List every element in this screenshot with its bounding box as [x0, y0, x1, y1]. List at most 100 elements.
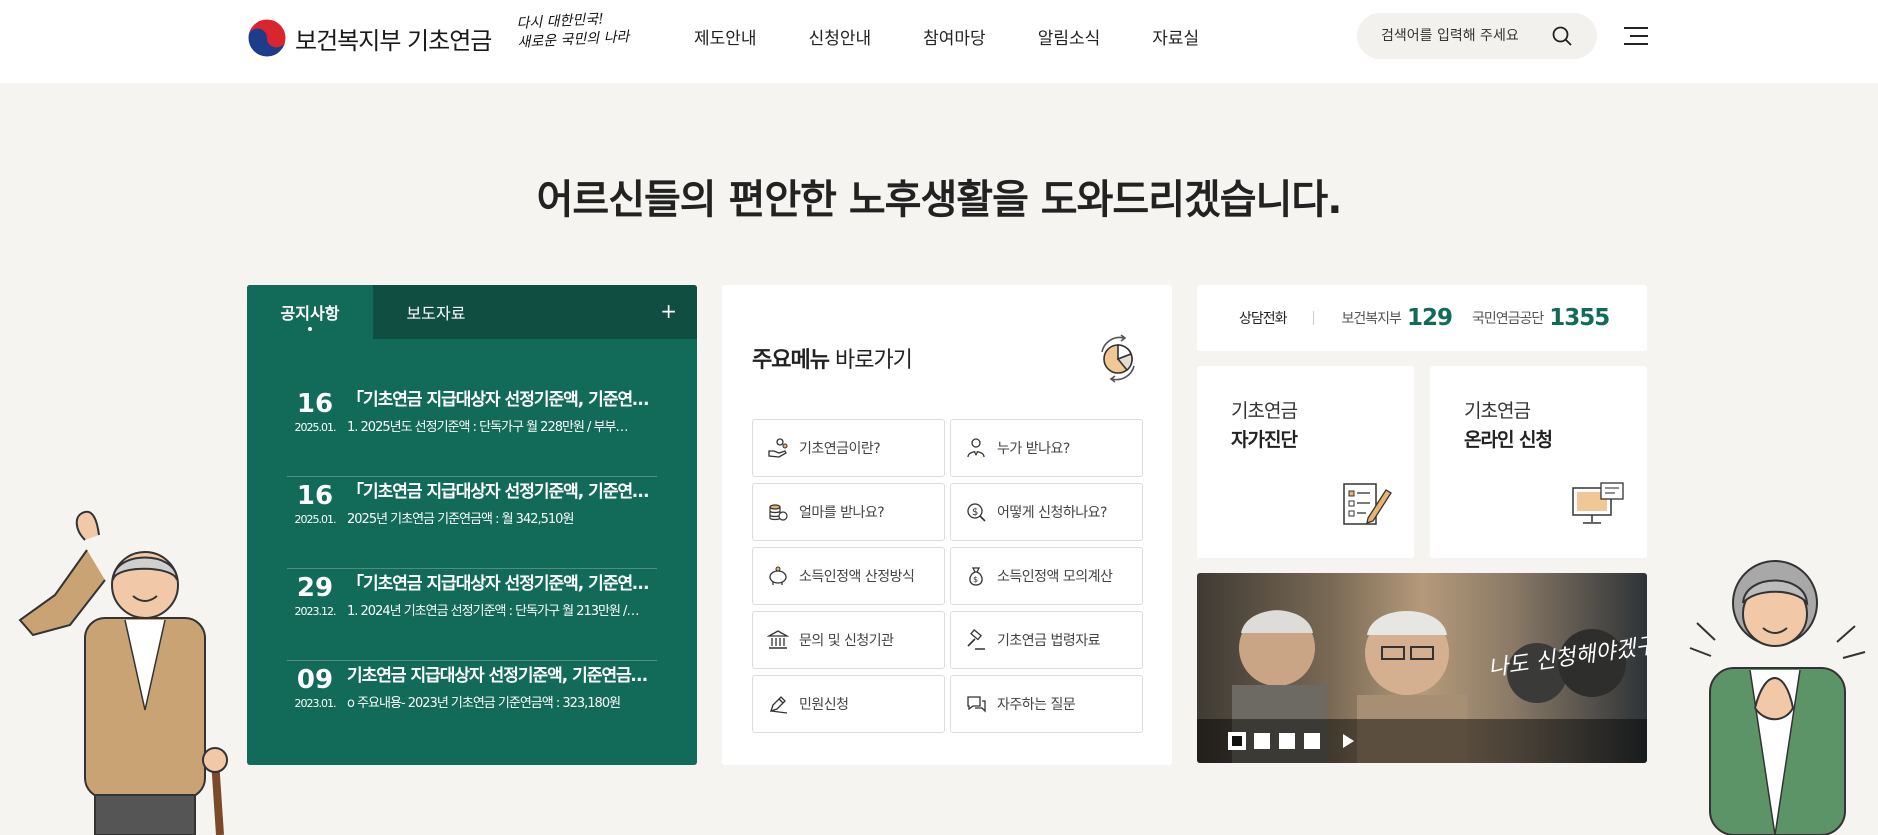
tab-press-releases[interactable]: 보도자료	[373, 285, 499, 339]
news-year-month: 2025.01.	[294, 513, 337, 526]
quick-title-rest: 바로가기	[828, 348, 913, 373]
quick-item-income-method[interactable]: 소득인정액 산정방식	[752, 547, 945, 605]
news-desc: o 주요내용- 2023년 기초연금 기준연금액 : 323,180원	[347, 696, 621, 711]
grandmother-illustration	[1689, 560, 1866, 835]
active-tab-indicator	[308, 327, 312, 331]
more-plus-icon[interactable]: +	[660, 299, 677, 323]
tab-notices-label: 공지사항	[280, 304, 340, 323]
list-item[interactable]: 16 2025.01. 「기초연금 지급대상자 선정기준액, 기준연금액, … …	[287, 481, 657, 569]
site-logo[interactable]: 보건복지부 기초연금	[247, 18, 492, 58]
call-org-mohw: 보건복지부	[1341, 311, 1402, 327]
quick-menu-title: 주요메뉴 바로가기	[752, 342, 913, 374]
news-body: 기초연금 지급대상자 선정기준액, 기준연금액, … o 주요내용- 2023년…	[347, 665, 657, 745]
news-title: 「기초연금 지급대상자 선정기준액, 기준연금액, …	[347, 390, 657, 410]
self-diagnosis-card[interactable]: 기초연금 자가진단	[1197, 366, 1414, 558]
news-title: 「기초연금 지급대상자 선정기준액, 기준연금액, …	[347, 482, 657, 502]
nav-item-archive[interactable]: 자료실	[1152, 24, 1199, 49]
quick-item-inquiry-agency[interactable]: 문의 및 신청기관	[752, 611, 945, 669]
list-item[interactable]: 09 2023.01. 기초연금 지급대상자 선정기준액, 기준연금액, … o…	[287, 665, 658, 745]
divider	[287, 568, 657, 569]
quick-item-income-calc[interactable]: $ 소득인정액 모의계산	[950, 547, 1143, 605]
news-desc: 1. 2024년 기초연금 선정기준액 : 단독가구 월 213만원 /…	[347, 604, 639, 619]
quick-item-what-is-pension[interactable]: 기초연금이란?	[752, 419, 945, 477]
quick-item-who-receives[interactable]: 누가 받나요?	[950, 419, 1143, 477]
news-desc: 1. 2025년도 선정기준액 : 단독가구 월 228만원 / 부부…	[347, 420, 628, 435]
news-year-month: 2023.12.	[294, 605, 337, 618]
card-line-2: 자가진단	[1231, 429, 1298, 451]
hero-text-bold: 편안한 노후생활	[728, 177, 994, 223]
pie-chart-cycle-icon	[1101, 334, 1135, 383]
bank-building-icon	[767, 630, 789, 649]
quick-item-label: 얼마를 받나요?	[799, 505, 885, 521]
news-body: 「기초연금 지급대상자 선정기준액, 기준연금액, … 1. 2024년 기초연…	[347, 573, 657, 653]
nav-item-system-guide[interactable]: 제도안내	[694, 24, 757, 49]
slide-indicator-2[interactable]	[1254, 733, 1270, 749]
pen-icon	[769, 696, 788, 714]
call-center-bar: 상담전화 보건복지부 129 국민연금공단 1355	[1197, 285, 1647, 351]
logo-text: 보건복지부 기초연금	[295, 26, 492, 55]
quick-item-label: 어떻게 신청하나요?	[997, 505, 1107, 521]
slide-indicator-4[interactable]	[1304, 733, 1320, 749]
slide-indicator-1[interactable]	[1228, 732, 1246, 750]
search-box	[1357, 13, 1597, 59]
news-date: 29 2023.12.	[287, 573, 343, 653]
quick-menu-panel: 주요메뉴 바로가기 기초연금이란? 누가 받나요? 얼마를 받나요? $ 어떻게…	[722, 285, 1172, 765]
quick-item-label: 자주하는 질문	[997, 697, 1076, 713]
quick-item-how-much[interactable]: 얼마를 받나요?	[752, 483, 945, 541]
coins-hand-icon	[768, 438, 788, 458]
card-line-1: 기초연금	[1231, 400, 1298, 422]
quick-item-civil-petition[interactable]: 민원신청	[752, 675, 945, 733]
money-search-icon: $	[967, 503, 986, 522]
news-date: 16 2025.01.	[287, 481, 343, 561]
quick-item-label: 누가 받나요?	[997, 441, 1070, 457]
slide-indicator-3[interactable]	[1279, 733, 1295, 749]
quick-item-label: 문의 및 신청기관	[799, 633, 894, 649]
chat-bubble-icon	[967, 696, 986, 713]
notice-tabs: 공지사항 보도자료 +	[247, 285, 697, 339]
nav-item-news[interactable]: 알림소식	[1038, 24, 1101, 49]
promo-banner[interactable]: 나도 신청해야겠구먼!	[1197, 573, 1647, 763]
notice-panel: 공지사항 보도자료 + 16 2025.01. 「기초연금 지급대상자 선정기준…	[247, 285, 697, 765]
quick-item-how-to-apply[interactable]: $ 어떻게 신청하나요?	[950, 483, 1143, 541]
svg-text:$: $	[972, 507, 978, 518]
news-year-month: 2023.01.	[294, 697, 337, 710]
taegeuk-logo-icon	[247, 18, 287, 58]
call-number-mohw[interactable]: 129	[1407, 305, 1453, 331]
play-icon[interactable]	[1341, 733, 1355, 749]
call-label: 상담전화	[1239, 311, 1288, 327]
search-input[interactable]	[1381, 28, 1551, 44]
call-org-nps: 국민연금공단	[1471, 311, 1544, 327]
nav-item-application-guide[interactable]: 신청안내	[809, 24, 872, 49]
computer-monitor-icon	[1572, 482, 1624, 524]
search-icon[interactable]	[1551, 25, 1573, 47]
online-application-card[interactable]: 기초연금 온라인 신청	[1430, 366, 1647, 558]
card-line-2: 온라인 신청	[1464, 429, 1553, 451]
tab-notices[interactable]: 공지사항	[247, 285, 373, 339]
news-body: 「기초연금 지급대상자 선정기준액, 기준연금액, … 2025년 기초연금 기…	[347, 481, 657, 561]
piggy-bank-icon	[769, 566, 787, 585]
nav-item-participation[interactable]: 참여마당	[923, 24, 986, 49]
news-body: 「기초연금 지급대상자 선정기준액, 기준연금액, … 1. 2025년도 선정…	[347, 389, 657, 469]
news-desc: 2025년 기초연금 기준연금액 : 월 342,510원	[347, 512, 574, 527]
hero-text-pre: 어르신들의	[536, 177, 729, 223]
call-number-nps[interactable]: 1355	[1549, 305, 1610, 331]
grandfather-illustration	[18, 510, 228, 835]
list-item[interactable]: 29 2023.12. 「기초연금 지급대상자 선정기준액, 기준연금액, … …	[287, 573, 657, 661]
news-date: 16 2025.01.	[287, 389, 343, 469]
banner-controls	[1197, 719, 1647, 763]
divider	[287, 660, 657, 661]
quick-item-law-docs[interactable]: 기초연금 법령자료	[950, 611, 1143, 669]
news-day: 16	[296, 481, 334, 511]
list-item[interactable]: 16 2025.01. 「기초연금 지급대상자 선정기준액, 기준연금액, … …	[287, 389, 657, 477]
quick-item-label: 기초연금이란?	[799, 441, 881, 457]
hamburger-menu-icon[interactable]	[1624, 26, 1648, 46]
svg-text:$: $	[973, 575, 978, 584]
checklist-pen-icon	[1343, 483, 1392, 525]
quick-item-faq[interactable]: 자주하는 질문	[950, 675, 1143, 733]
tab-press-label: 보도자료	[406, 304, 466, 323]
gavel-icon	[967, 629, 985, 650]
quick-item-label: 소득인정액 산정방식	[799, 569, 915, 585]
main-navigation: 제도안내 신청안내 참여마당 알림소식 자료실	[694, 24, 1251, 49]
news-day: 16	[296, 389, 334, 419]
site-header: 보건복지부 기초연금 다시 대한민국! 새로운 국민의 나라 제도안내 신청안내…	[0, 0, 1878, 83]
